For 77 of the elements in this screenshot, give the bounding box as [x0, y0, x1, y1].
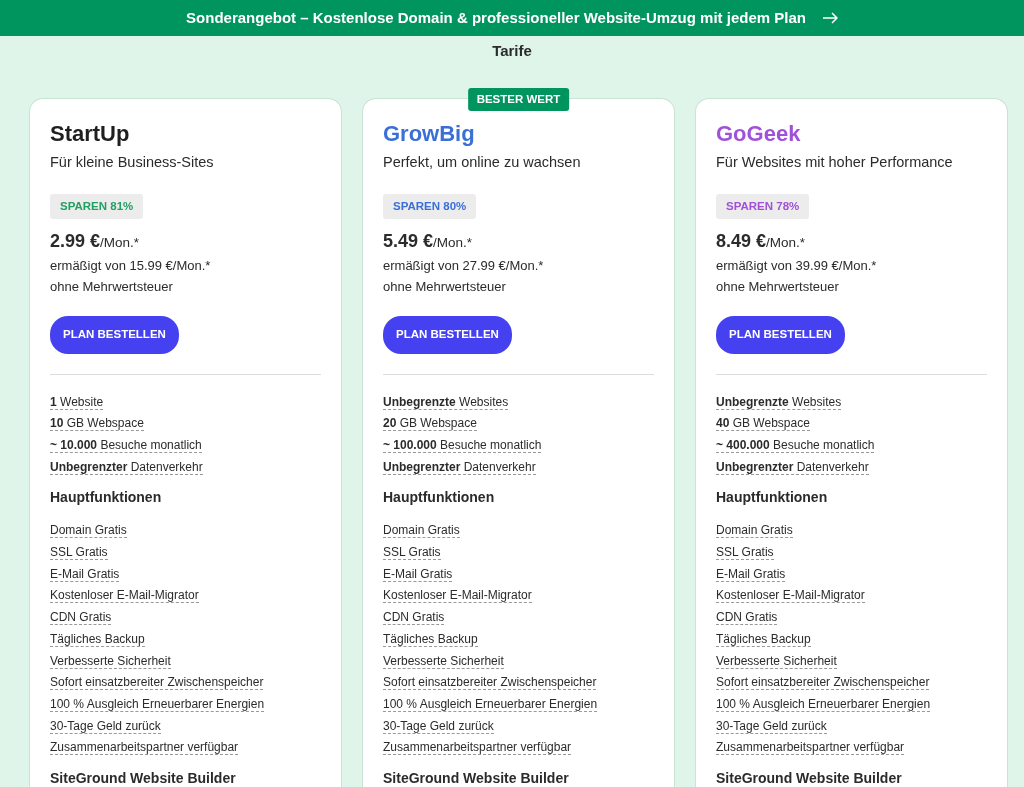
resource-item: 10 GB Webspace [50, 416, 144, 432]
tax-note: ohne Mehrwertsteuer [50, 278, 174, 297]
feature-item: SSL Gratis [50, 545, 108, 561]
section-title: Tarife [492, 41, 532, 61]
savings-badge: SPAREN 78% [716, 194, 810, 220]
plan-subtitle: Für Websites mit hoher Performance [716, 153, 954, 173]
resource-item: 40 GB Webspace [716, 416, 810, 432]
feature-item: Domain Gratis [50, 523, 127, 539]
best-value-badge: BESTER WERT [467, 88, 570, 112]
feature-item: Verbesserte Sicherheit [716, 653, 837, 669]
builder-heading: SiteGround Website Builder [383, 768, 569, 787]
plan-price: 8.49 €/Mon.* [716, 230, 806, 254]
resource-item: ~ 100.000 Besuche monatlich [383, 438, 542, 453]
order-plan-button[interactable]: PLAN BESTELLEN [383, 316, 512, 354]
resource-item: Unbegrenzter Datenverkehr [716, 459, 869, 475]
tax-note: ohne Mehrwertsteuer [716, 278, 840, 297]
resource-item: Unbegrenzter Datenverkehr [383, 459, 536, 475]
resource-item: ~ 400.000 Besuche monatlich [716, 438, 875, 453]
feature-item: 30-Tage Geld zurück [383, 718, 494, 734]
resource-item: ~ 10.000 Besuche monatlich [50, 438, 202, 453]
features-heading: Hauptfunktionen [50, 488, 162, 508]
resource-item: Unbegrenzte Websites [383, 394, 509, 410]
feature-item: E-Mail Gratis [716, 566, 786, 582]
features-heading: Hauptfunktionen [383, 488, 495, 508]
feature-item: E-Mail Gratis [50, 566, 120, 582]
order-plan-button[interactable]: PLAN BESTELLEN [716, 316, 845, 354]
resource-item: Unbegrenzter Datenverkehr [50, 459, 203, 475]
feature-item: E-Mail Gratis [383, 566, 453, 582]
feature-item: Sofort einsatzbereiter Zwischenspeicher [50, 675, 264, 691]
feature-item: Kostenloser E-Mail-Migrator [716, 588, 865, 604]
feature-item: 30-Tage Geld zurück [50, 718, 161, 734]
feature-item: Tägliches Backup [50, 631, 145, 647]
feature-item: Verbesserte Sicherheit [50, 653, 171, 669]
plan-name: GrowBig [383, 121, 476, 148]
resource-item: Unbegrenzte Websites [716, 394, 842, 410]
feature-item: Kostenloser E-Mail-Migrator [50, 588, 199, 604]
features-heading: Hauptfunktionen [716, 488, 828, 508]
plan-subtitle: Perfekt, um online zu wachsen [383, 153, 582, 173]
savings-badge: SPAREN 81% [50, 194, 144, 220]
feature-item: Domain Gratis [716, 523, 793, 539]
feature-item: SSL Gratis [716, 545, 774, 561]
regular-price: ermäßigt von 39.99 €/Mon.* [716, 257, 878, 276]
promo-banner[interactable]: Sonderangebot – Kostenlose Domain & professioneller Website-Umzug mit jedem Plan [0, 0, 1024, 36]
resource-item: 20 GB Webspace [383, 416, 477, 432]
plan-subtitle: Für kleine Business-Sites [50, 153, 215, 173]
feature-item: CDN Gratis [383, 610, 445, 626]
feature-item: Zusammenarbeitspartner verfügbar [383, 740, 572, 756]
feature-item: CDN Gratis [50, 610, 112, 626]
feature-item: Zusammenarbeitspartner verfügbar [50, 740, 239, 756]
regular-price: ermäßigt von 27.99 €/Mon.* [383, 257, 545, 276]
plan-name: GoGeek [716, 121, 802, 148]
feature-item: Verbesserte Sicherheit [383, 653, 504, 669]
feature-item: 100 % Ausgleich Erneuerbarer Energien [716, 696, 931, 712]
feature-item: 100 % Ausgleich Erneuerbarer Energien [383, 696, 598, 712]
feature-item: Kostenloser E-Mail-Migrator [383, 588, 532, 604]
feature-item: SSL Gratis [383, 545, 441, 561]
feature-item: Zusammenarbeitspartner verfügbar [716, 740, 905, 756]
arrow-right-icon [821, 12, 838, 24]
feature-item: 100 % Ausgleich Erneuerbarer Energien [50, 696, 265, 712]
savings-badge: SPAREN 80% [383, 194, 477, 220]
builder-heading: SiteGround Website Builder [50, 768, 236, 787]
feature-item: Tägliches Backup [716, 631, 811, 647]
plan-price: 5.49 €/Mon.* [383, 230, 473, 254]
plan-name: StartUp [50, 121, 131, 148]
order-plan-button[interactable]: PLAN BESTELLEN [50, 316, 179, 354]
plan-price: 2.99 €/Mon.* [50, 230, 140, 254]
resource-item: 1 Website [50, 394, 104, 410]
promo-text: Sonderangebot – Kostenlose Domain & professioneller Website-Umzug mit jedem Plan [186, 7, 806, 28]
tax-note: ohne Mehrwertsteuer [383, 278, 507, 297]
feature-item: 30-Tage Geld zurück [716, 718, 827, 734]
feature-item: Sofort einsatzbereiter Zwischenspeicher [716, 675, 930, 691]
feature-item: Tägliches Backup [383, 631, 478, 647]
feature-item: Sofort einsatzbereiter Zwischenspeicher [383, 675, 597, 691]
regular-price: ermäßigt von 15.99 €/Mon.* [50, 257, 212, 276]
feature-item: Domain Gratis [383, 523, 460, 539]
feature-item: CDN Gratis [716, 610, 778, 626]
builder-heading: SiteGround Website Builder [716, 768, 902, 787]
